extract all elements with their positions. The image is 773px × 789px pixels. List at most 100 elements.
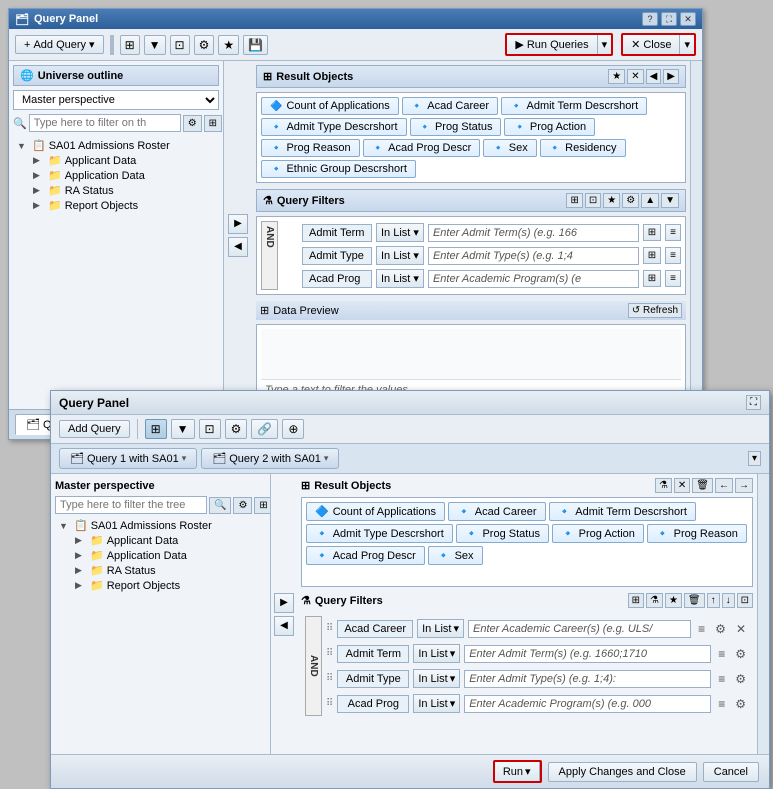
minimize-button[interactable]: ?: [642, 12, 658, 26]
filter-delete-btn-1[interactable]: ≡: [665, 224, 681, 241]
filter-delete-btn-3[interactable]: ≡: [665, 270, 681, 287]
chip-prog-status[interactable]: 🔹 Prog Status: [410, 118, 502, 136]
bottom-tree-applicant[interactable]: ▶ 📁 Applicant Data: [75, 533, 266, 548]
bottom-tree-report[interactable]: ▶ 📁 Report Objects: [75, 578, 266, 593]
bottom-toolbar-icon2[interactable]: ▼: [171, 419, 195, 439]
drag-handle[interactable]: ⠿: [326, 698, 333, 709]
bottom-ro-left-btn[interactable]: ←: [715, 478, 733, 493]
help-button[interactable]: ⛶: [661, 12, 677, 26]
toolbar-save-icon[interactable]: 💾: [243, 35, 268, 55]
bottom-tree-root[interactable]: ▼ 📋 SA01 Admissions Roster: [59, 518, 266, 533]
toolbar-grid-icon[interactable]: ⊡: [170, 35, 190, 55]
bottom-search-btn[interactable]: 🔍: [209, 497, 231, 514]
filter-action-3[interactable]: ★: [603, 193, 620, 208]
bottom-chip-prog-reason[interactable]: 🔹 Prog Reason: [647, 524, 747, 543]
drag-handle[interactable]: ⠿: [326, 648, 333, 659]
nav-left-button[interactable]: ◀: [228, 237, 248, 257]
chip-admit-term[interactable]: 🔹 Admit Term Descrshort: [501, 97, 647, 115]
search-config-btn[interactable]: ⚙: [183, 115, 202, 132]
qf-action-expand[interactable]: ⊡: [737, 593, 753, 608]
chip-ethnic[interactable]: 🔹 Ethnic Group Descrshort: [261, 160, 416, 178]
tree-root-item[interactable]: ▼ 📋 SA01 Admissions Roster: [17, 138, 219, 153]
bottom-chip-prog-status[interactable]: 🔹 Prog Status: [456, 524, 549, 543]
bottom-tree-ra-status[interactable]: ▶ 📁 RA Status: [75, 563, 266, 578]
refresh-button[interactable]: ↺ Refresh: [628, 303, 682, 318]
bottom-toolbar-icon1[interactable]: ⊞: [145, 419, 167, 439]
bottom-tree-application[interactable]: ▶ 📁 Application Data: [75, 548, 266, 563]
run-queries-button[interactable]: ▶ Run Queries: [507, 35, 597, 54]
run-queries-dropdown[interactable]: ▾: [598, 35, 612, 54]
tree-applicant-data[interactable]: ▶ 📁 Applicant Data: [33, 153, 219, 168]
toolbar-table-icon[interactable]: ⊞: [120, 35, 140, 55]
tree-application-data[interactable]: ▶ 📁 Application Data: [33, 168, 219, 183]
perspective-dropdown[interactable]: Master perspective: [13, 90, 219, 110]
filter-value-acad-prog[interactable]: Enter Academic Program(s) (e: [428, 270, 639, 288]
bottom-ro-filter-btn[interactable]: ⚗: [655, 478, 672, 493]
bottom-add-query-btn[interactable]: Add Query: [59, 420, 130, 438]
filter-delete-btn-2[interactable]: ≡: [665, 247, 681, 264]
chip-prog-reason[interactable]: 🔹 Prog Reason: [261, 139, 360, 157]
filter-op-admit-term[interactable]: In List ▾: [376, 223, 424, 242]
filter-settings-icon[interactable]: ⚙: [732, 696, 749, 712]
bottom-ro-delete-btn[interactable]: ✕: [674, 478, 690, 493]
filter-close-icon[interactable]: ✕: [733, 621, 749, 637]
bottom-toolbar-icon4[interactable]: ⚙: [225, 419, 248, 439]
bottom-ro-trash-btn[interactable]: 🗑: [692, 478, 713, 493]
filter-settings-icon[interactable]: ⚙: [712, 621, 729, 637]
qf-action-up[interactable]: ↑: [707, 593, 720, 608]
bottom-query-tab-1[interactable]: 🗂 Query 1 with SA01 ▾: [59, 448, 197, 469]
toolbar-filter-icon[interactable]: ▼: [144, 35, 166, 55]
bottom-ro-right-btn[interactable]: →: [735, 478, 753, 493]
filter-list-icon[interactable]: ≡: [695, 621, 708, 637]
filter-settings-icon[interactable]: ⚙: [732, 671, 749, 687]
chip-acad-prog-descr[interactable]: 🔹 Acad Prog Descr: [363, 139, 481, 157]
filter-value-admit-term[interactable]: Enter Admit Term(s) (e.g. 1660;1710: [464, 645, 711, 663]
filter-value-admit-type[interactable]: Enter Admit Type(s) (e.g. 1;4):: [464, 670, 711, 688]
result-delete-btn[interactable]: ✕: [627, 69, 643, 84]
footer-cancel-button[interactable]: Cancel: [703, 762, 759, 782]
filter-op-admit-type[interactable]: In List ▾: [413, 669, 460, 688]
tree-ra-status[interactable]: ▶ 📁 RA Status: [33, 183, 219, 198]
bottom-chip-admit-type[interactable]: 🔹 Admit Type Descrshort: [306, 524, 453, 543]
bottom-toolbar-icon5[interactable]: 🔗: [251, 419, 278, 439]
filter-value-admit-term[interactable]: Enter Admit Term(s) (e.g. 166: [428, 224, 639, 242]
chip-admit-type[interactable]: 🔹 Admit Type Descrshort: [261, 118, 407, 136]
filter-settings-icon[interactable]: ⚙: [732, 646, 749, 662]
filter-value-admit-type[interactable]: Enter Admit Type(s) (e.g. 1;4: [428, 247, 639, 265]
add-query-button[interactable]: + Add Query ▾: [15, 35, 104, 54]
bottom-chip-prog-action[interactable]: 🔹 Prog Action: [552, 524, 644, 543]
close-button[interactable]: ✕ Close: [623, 35, 680, 54]
result-sort-btn[interactable]: ★: [608, 69, 625, 84]
nav-right-button[interactable]: ▶: [228, 214, 248, 234]
drag-handle[interactable]: ⠿: [326, 623, 333, 634]
bottom-nav-right[interactable]: ▶: [274, 593, 294, 613]
footer-run-button[interactable]: Run ▾: [495, 762, 540, 781]
bottom-tree-search[interactable]: [55, 496, 207, 514]
filter-edit-btn-2[interactable]: ⊞: [643, 247, 661, 264]
bottom-maximize-btn[interactable]: ⛶: [746, 395, 761, 410]
chip-count-applications[interactable]: 🔷 Count of Applications: [261, 97, 399, 115]
qf-action-down[interactable]: ↓: [722, 593, 735, 608]
chip-residency[interactable]: 🔹 Residency: [540, 139, 626, 157]
chip-sex[interactable]: 🔹 Sex: [483, 139, 536, 157]
filter-edit-btn-1[interactable]: ⊞: [643, 224, 661, 241]
toolbar-link-icon[interactable]: ⚙: [194, 35, 215, 55]
qf-action-1[interactable]: ⊞: [628, 593, 644, 608]
filter-list-icon[interactable]: ≡: [715, 671, 728, 687]
qf-action-2[interactable]: ⚗: [646, 593, 663, 608]
bottom-search-config[interactable]: ⚙: [233, 497, 252, 514]
toolbar-star-icon[interactable]: ★: [218, 35, 239, 55]
qf-action-3[interactable]: ★: [665, 593, 682, 608]
filter-value-acad-career[interactable]: Enter Academic Career(s) (e.g. ULS/: [468, 620, 691, 638]
chip-prog-action[interactable]: 🔹 Prog Action: [504, 118, 595, 136]
footer-apply-close-button[interactable]: Apply Changes and Close: [548, 762, 697, 782]
drag-handle[interactable]: ⠿: [326, 673, 333, 684]
bottom-right-scrollbar[interactable]: [757, 474, 769, 754]
bottom-search-expand[interactable]: ⊞: [254, 497, 271, 514]
filter-action-down[interactable]: ▼: [661, 193, 679, 208]
qf-action-delete[interactable]: 🗑: [684, 593, 705, 608]
bottom-tabs-collapse-btn[interactable]: ▾: [748, 451, 761, 466]
filter-list-icon[interactable]: ≡: [715, 646, 728, 662]
filter-op-acad-prog[interactable]: In List ▾: [376, 269, 424, 288]
filter-action-up[interactable]: ▲: [641, 193, 659, 208]
